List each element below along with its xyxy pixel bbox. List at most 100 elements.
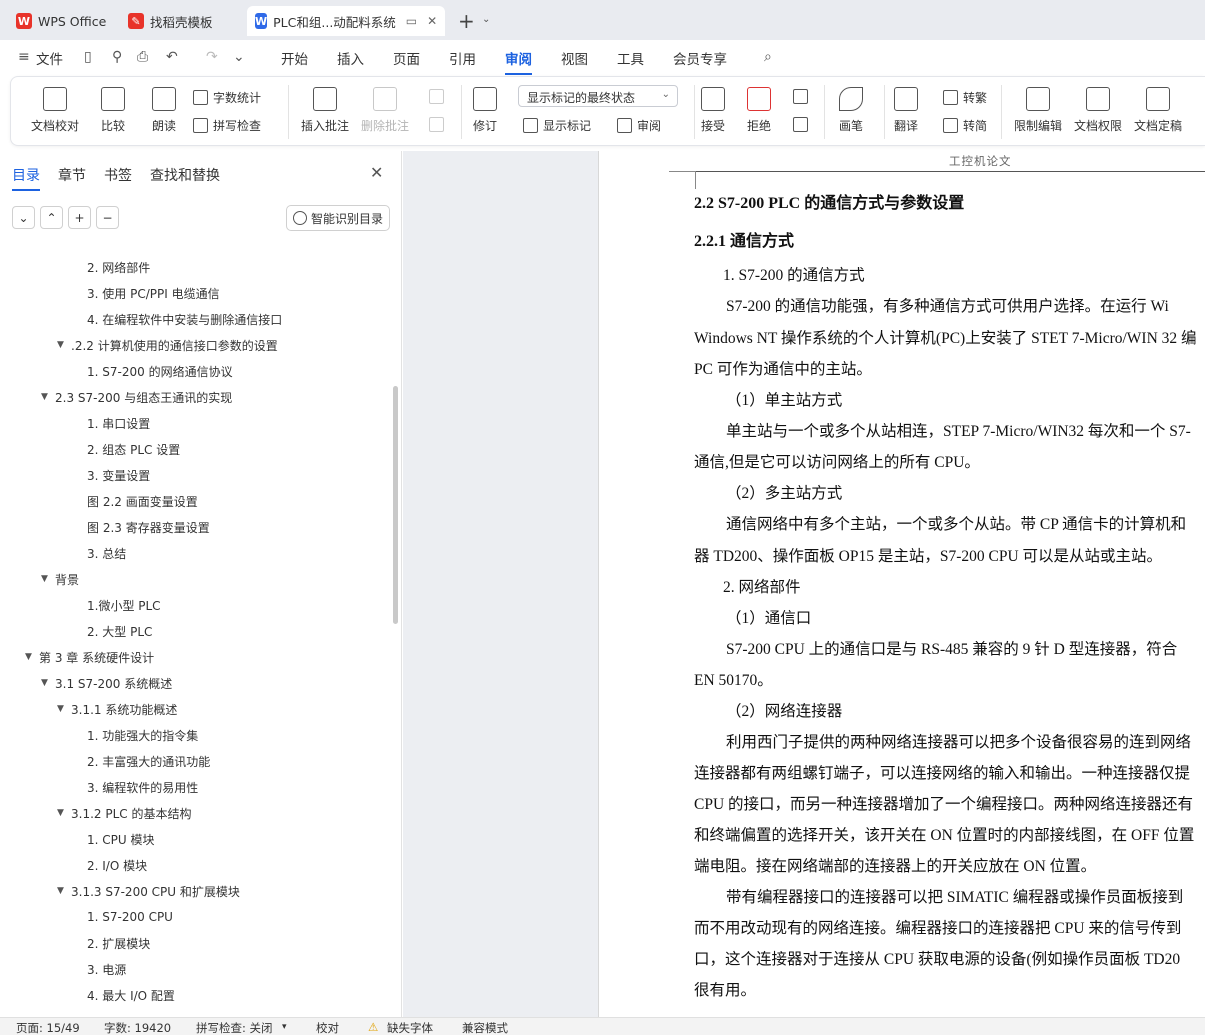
toc-item[interactable]: 1.微小型 PLC	[87, 594, 161, 616]
toc-scrollbar[interactable]	[393, 386, 398, 624]
expand-triangle-icon[interactable]: ▼	[25, 652, 32, 662]
toc-item[interactable]: 3. 电源	[87, 958, 126, 980]
tab-sections[interactable]: 章节	[58, 165, 86, 185]
toc-item[interactable]: 图 2.2 画面变量设置	[87, 490, 198, 512]
read-aloud-button[interactable]: 朗读	[152, 87, 176, 134]
menu-file[interactable]: 文件	[36, 48, 63, 68]
expand-triangle-icon[interactable]: ▼	[57, 808, 64, 818]
toc-item[interactable]: 2. 扩展模块	[87, 932, 150, 954]
page-indicator[interactable]: 页面: 15/49	[16, 1020, 80, 1035]
toc-item[interactable]: 图 2.3 寄存器变量设置	[87, 516, 210, 538]
spell-check-indicator[interactable]: 拼写检查: 关闭	[196, 1020, 273, 1035]
hamburger-icon[interactable]: ≡	[18, 49, 30, 65]
toc-item[interactable]: 1. S7-200 CPU	[87, 906, 173, 928]
toc-item[interactable]: 2. 网络部件	[87, 256, 150, 278]
next-comment-button[interactable]	[429, 117, 449, 132]
show-markup-button[interactable]: 显示标记	[523, 117, 591, 134]
review-pane-button[interactable]: 审阅	[617, 117, 661, 134]
prev-comment-button[interactable]	[429, 89, 449, 104]
proofread-button[interactable]: 文档校对	[31, 87, 79, 134]
tab-bookmarks[interactable]: 书签	[104, 165, 132, 185]
document-page[interactable]: 工控机论文 2.2 S7-200 PLC 的通信方式与参数设置 2.2.1 通信…	[598, 151, 1205, 1017]
search-icon[interactable]: ⌕	[764, 49, 772, 65]
remove-level-button[interactable]: −	[96, 206, 119, 229]
toc-item[interactable]: ▼ 3.1.3 S7-200 CPU 和扩展模块	[57, 880, 240, 902]
close-tab-icon[interactable]: ✕	[427, 14, 437, 28]
menu-member[interactable]: 会员专享	[673, 48, 727, 68]
tab-find-replace[interactable]: 查找和替换	[150, 165, 220, 185]
toc-item[interactable]: 4. 最大 I/O 配置	[87, 984, 175, 1006]
new-tab-icon[interactable]: +	[458, 9, 475, 33]
chevron-down-icon[interactable]: ⌄	[233, 49, 245, 65]
tab-wps-office[interactable]: W WPS Office	[8, 6, 114, 36]
pen-button[interactable]: 画笔	[839, 87, 863, 134]
translate-button[interactable]: 翻译	[894, 87, 918, 134]
link-icon[interactable]: ⚲	[112, 49, 122, 65]
toc-item[interactable]: 2. 组态 PLC 设置	[87, 438, 180, 460]
toc-item[interactable]: ▼ 第 3 章 系统硬件设计	[25, 646, 154, 668]
toc-item[interactable]: 3. 编程软件的易用性	[87, 776, 198, 798]
toc-item[interactable]: ▼ .2.2 计算机使用的通信接口参数的设置	[57, 334, 278, 356]
close-icon[interactable]: ✕	[370, 163, 383, 182]
toc-item[interactable]: 4. 在编程软件中安装与删除通信接口	[87, 308, 282, 330]
accept-button[interactable]: 接受	[701, 87, 725, 134]
menu-tools[interactable]: 工具	[617, 48, 644, 68]
menu-references[interactable]: 引用	[449, 48, 476, 68]
track-changes-button[interactable]: 修订	[473, 87, 497, 134]
proof-indicator[interactable]: 校对	[316, 1020, 339, 1035]
prev-change-button[interactable]	[793, 89, 813, 104]
expand-triangle-icon[interactable]: ▼	[57, 704, 64, 714]
redo-icon[interactable]: ↷	[206, 49, 218, 65]
tab-template[interactable]: ✎ 找稻壳模板	[120, 6, 242, 36]
menu-insert[interactable]: 插入	[337, 48, 364, 68]
expand-triangle-icon[interactable]: ▼	[57, 340, 64, 350]
collapse-up-button[interactable]: ⌃	[40, 206, 63, 229]
menu-view[interactable]: 视图	[561, 48, 588, 68]
expand-triangle-icon[interactable]: ▼	[41, 574, 48, 584]
toc-item[interactable]: 1. S7-200 的网络通信协议	[87, 360, 233, 382]
toc-item[interactable]: 3. 使用 PC/PPI 电缆通信	[87, 282, 220, 304]
undo-icon[interactable]: ↶	[166, 49, 178, 65]
toc-item[interactable]: 2. 大型 PLC	[87, 620, 152, 642]
toc-item[interactable]: ▼ 3.1.1 系统功能概述	[57, 698, 177, 720]
tab-document[interactable]: W PLC和组...动配料系统 ▭ ✕	[247, 6, 445, 36]
toc-item[interactable]: 2. I/O 模块	[87, 854, 147, 876]
to-traditional-button[interactable]: 转繁	[943, 89, 987, 106]
word-count-indicator[interactable]: 字数: 19420	[104, 1020, 171, 1035]
finalize-button[interactable]: 文档定稿	[1134, 87, 1182, 134]
expand-triangle-icon[interactable]: ▼	[41, 678, 48, 688]
next-change-button[interactable]	[793, 117, 813, 132]
tab-toc[interactable]: 目录	[12, 165, 40, 191]
print-preview-icon[interactable]: ⎙	[137, 49, 148, 65]
smart-toc-button[interactable]: 智能识别目录	[286, 205, 390, 231]
markup-state-select[interactable]: 显示标记的最终状态 ⌄	[518, 85, 678, 107]
toc-item[interactable]: ▼ 3.1 S7-200 系统概述	[41, 672, 172, 694]
reject-button[interactable]: 拒绝	[747, 87, 771, 134]
toc-item[interactable]: 3. 变量设置	[87, 464, 150, 486]
menu-home[interactable]: 开始	[281, 48, 308, 68]
chevron-down-icon[interactable]: ⌄	[482, 14, 490, 25]
delete-comment-button[interactable]: 删除批注	[361, 87, 409, 134]
toc-item[interactable]: 1. 功能强大的指令集	[87, 724, 198, 746]
insert-comment-button[interactable]: 插入批注	[301, 87, 349, 134]
menu-review[interactable]: 审阅	[505, 48, 532, 75]
toc-item[interactable]: ▼ 2.3 S7-200 与组态王通讯的实现	[41, 386, 232, 408]
compare-button[interactable]: 比较	[101, 87, 125, 134]
chevron-down-icon[interactable]: ▾	[282, 1022, 287, 1032]
toc-item[interactable]: ▼ 背景	[41, 568, 79, 590]
restrict-edit-button[interactable]: 限制编辑	[1014, 87, 1062, 134]
menu-page[interactable]: 页面	[393, 48, 420, 68]
toc-item[interactable]: ▼ 3.1.2 PLC 的基本结构	[57, 802, 191, 824]
expand-triangle-icon[interactable]: ▼	[57, 886, 64, 896]
word-count-button[interactable]: 字数统计	[193, 89, 261, 106]
save-icon[interactable]: ▯	[84, 49, 92, 65]
to-simplified-button[interactable]: 转简	[943, 117, 987, 134]
toc-item[interactable]: 2. 丰富强大的通讯功能	[87, 750, 210, 772]
toc-item[interactable]: 3. 总结	[87, 542, 126, 564]
expand-triangle-icon[interactable]: ▼	[41, 392, 48, 402]
toc-item[interactable]: 1. CPU 模块	[87, 828, 154, 850]
add-level-button[interactable]: +	[68, 206, 91, 229]
expand-down-button[interactable]: ⌄	[12, 206, 35, 229]
missing-font-indicator[interactable]: 缺失字体	[387, 1020, 433, 1035]
doc-permission-button[interactable]: 文档权限	[1074, 87, 1122, 134]
